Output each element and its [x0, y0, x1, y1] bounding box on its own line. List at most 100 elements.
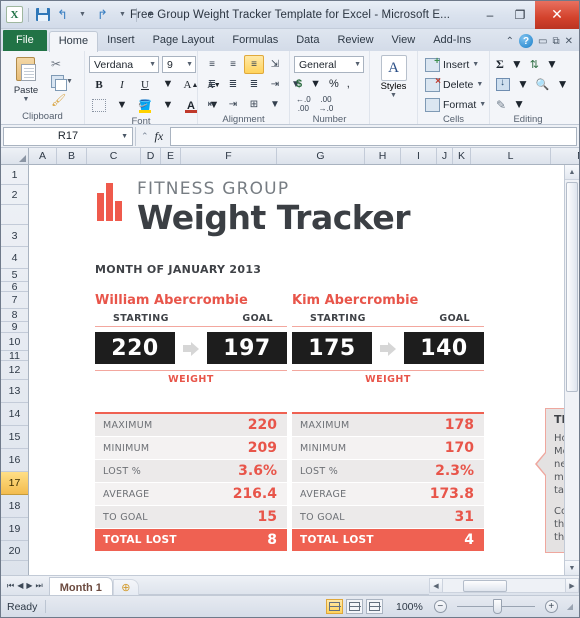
sort-filter-button[interactable]: ⇅ [528, 55, 541, 74]
save-icon[interactable] [34, 6, 51, 23]
column-header-c[interactable]: C [87, 148, 141, 164]
chevron-down-icon[interactable]: ▼ [555, 75, 571, 94]
column-header-e[interactable]: E [161, 148, 181, 164]
row-header-11[interactable]: 11 [1, 350, 28, 362]
chevron-down-icon[interactable]: ▼ [472, 61, 479, 68]
tab-data[interactable]: Data [287, 31, 328, 51]
copy-button[interactable]: ▼ [49, 73, 75, 91]
zoom-in-button[interactable]: + [544, 600, 558, 613]
row-header[interactable] [1, 205, 28, 225]
column-header-f[interactable]: F [181, 148, 277, 164]
row-header-4[interactable]: 4 [1, 247, 28, 269]
currency-dropdown-icon[interactable]: ▼ [308, 75, 323, 93]
insert-function-icon[interactable]: fx [155, 129, 164, 144]
decrease-indent-button[interactable]: ⇤ [202, 95, 222, 114]
underline-dropdown-icon[interactable]: ▼ [158, 75, 178, 94]
next-sheet-icon[interactable]: ▶ [26, 581, 32, 590]
row-header-20[interactable]: 20 [1, 541, 28, 561]
cancel-formula-icon[interactable]: ⌃ [141, 131, 149, 142]
new-sheet-icon[interactable]: ⊕ [112, 579, 139, 595]
tab-page-layout[interactable]: Page Layout [144, 31, 224, 51]
find-select-button[interactable]: 🔍 [534, 75, 552, 94]
row-header-7[interactable]: 7 [1, 292, 28, 309]
percent-button[interactable]: % [327, 75, 341, 93]
currency-button[interactable]: $ [294, 75, 304, 93]
row-header-3[interactable]: 3 [1, 225, 28, 247]
minimize-button[interactable]: – [475, 1, 505, 29]
column-header-b[interactable]: B [57, 148, 87, 164]
undo-dropdown-icon[interactable]: ▼ [74, 6, 91, 23]
excel-logo-icon[interactable]: X [6, 6, 23, 23]
chevron-down-icon[interactable]: ▼ [544, 55, 560, 74]
vertical-scrollbar[interactable]: ▲ ▼ [564, 165, 579, 575]
bold-button[interactable]: B [89, 75, 109, 94]
row-header-10[interactable]: 10 [1, 333, 28, 351]
row-header-6[interactable]: 6 [1, 281, 28, 293]
chevron-down-icon[interactable]: ▼ [476, 81, 483, 88]
page-layout-view-icon[interactable] [345, 599, 363, 614]
redo-dropdown-icon[interactable]: ▼ [114, 6, 131, 23]
format-painter-button[interactable]: 🖌 [49, 91, 75, 108]
styles-button[interactable]: A Styles ▼ [374, 55, 413, 99]
zoom-slider-thumb[interactable] [492, 599, 502, 614]
tab-insert[interactable]: Insert [98, 31, 144, 51]
tab-file[interactable]: File [3, 30, 47, 51]
fill-color-button[interactable]: 🪣 [135, 96, 155, 115]
top-align-button[interactable]: ≡ [202, 55, 222, 74]
select-all-corner[interactable] [1, 148, 29, 164]
restore-window-icon[interactable]: ⧉ [552, 36, 559, 47]
borders-button[interactable] [89, 96, 109, 115]
redo-icon[interactable]: ↱ [94, 6, 111, 23]
font-name-combo[interactable]: Verdana ▼ [89, 56, 159, 73]
hscroll-track[interactable] [443, 578, 565, 593]
row-header-16[interactable]: 16 [1, 449, 28, 472]
middle-align-button[interactable]: ≡ [223, 55, 243, 74]
row-header-12[interactable]: 12 [1, 361, 28, 380]
customize-qat-icon[interactable]: ▼ [142, 6, 159, 23]
decrease-decimal-button[interactable]: .00 →.0 [317, 95, 336, 113]
column-header-k[interactable]: K [453, 148, 471, 164]
help-icon[interactable]: ? [519, 34, 534, 48]
bottom-align-button[interactable]: ≡ [244, 55, 264, 74]
column-header-m[interactable]: M [551, 148, 579, 164]
row-header-18[interactable]: 18 [1, 495, 28, 518]
chevron-down-icon[interactable]: ▼ [479, 101, 486, 108]
tab-addins[interactable]: Add-Ins [424, 31, 480, 51]
orientation-button[interactable]: ⇲ [265, 55, 285, 74]
font-size-combo[interactable]: 9 ▼ [162, 56, 196, 73]
row-header-13[interactable]: 13 [1, 380, 28, 403]
row-header-9[interactable]: 9 [1, 321, 28, 333]
column-header-h[interactable]: H [365, 148, 401, 164]
chevron-down-icon[interactable]: ▼ [511, 95, 527, 114]
borders-dropdown-icon[interactable]: ▼ [112, 96, 132, 115]
normal-view-icon[interactable] [325, 599, 343, 614]
row-header-1[interactable]: 1 [1, 165, 28, 185]
sheet-tab-month-1[interactable]: Month 1 [48, 577, 113, 595]
first-sheet-icon[interactable]: ⏮ [7, 581, 14, 591]
column-header-i[interactable]: I [401, 148, 437, 164]
align-right-button[interactable]: ≣ [244, 75, 264, 94]
insert-cells-button[interactable]: Insert ▼ [422, 55, 489, 74]
tab-review[interactable]: Review [328, 31, 382, 51]
formula-input[interactable] [170, 126, 577, 146]
row-header-15[interactable]: 15 [1, 426, 28, 449]
row-header-14[interactable]: 14 [1, 403, 28, 426]
column-header-j[interactable]: J [437, 148, 453, 164]
italic-button[interactable]: I [112, 75, 132, 94]
format-cells-button[interactable]: Format ▼ [422, 95, 489, 114]
last-sheet-icon[interactable]: ⏭ [36, 581, 43, 591]
tab-view[interactable]: View [383, 31, 425, 51]
chevron-down-icon[interactable]: ▼ [66, 78, 73, 85]
clear-button[interactable]: ✎ [494, 95, 508, 114]
increase-decimal-button[interactable]: ←.0.00 [294, 95, 313, 113]
scroll-right-icon[interactable]: ▶ [565, 578, 579, 593]
scrollbar-thumb[interactable] [566, 182, 578, 392]
tab-home[interactable]: Home [48, 31, 99, 52]
align-left-button[interactable]: ≣ [202, 75, 222, 94]
undo-icon[interactable]: ↰ [54, 6, 71, 23]
zoom-out-button[interactable]: − [433, 600, 447, 613]
increase-indent-button[interactable]: ⇥ [223, 95, 243, 114]
column-header-l[interactable]: L [471, 148, 551, 164]
hscrollbar-thumb[interactable] [463, 580, 507, 592]
ribbon-options-icon[interactable]: ⌃ [506, 36, 514, 47]
